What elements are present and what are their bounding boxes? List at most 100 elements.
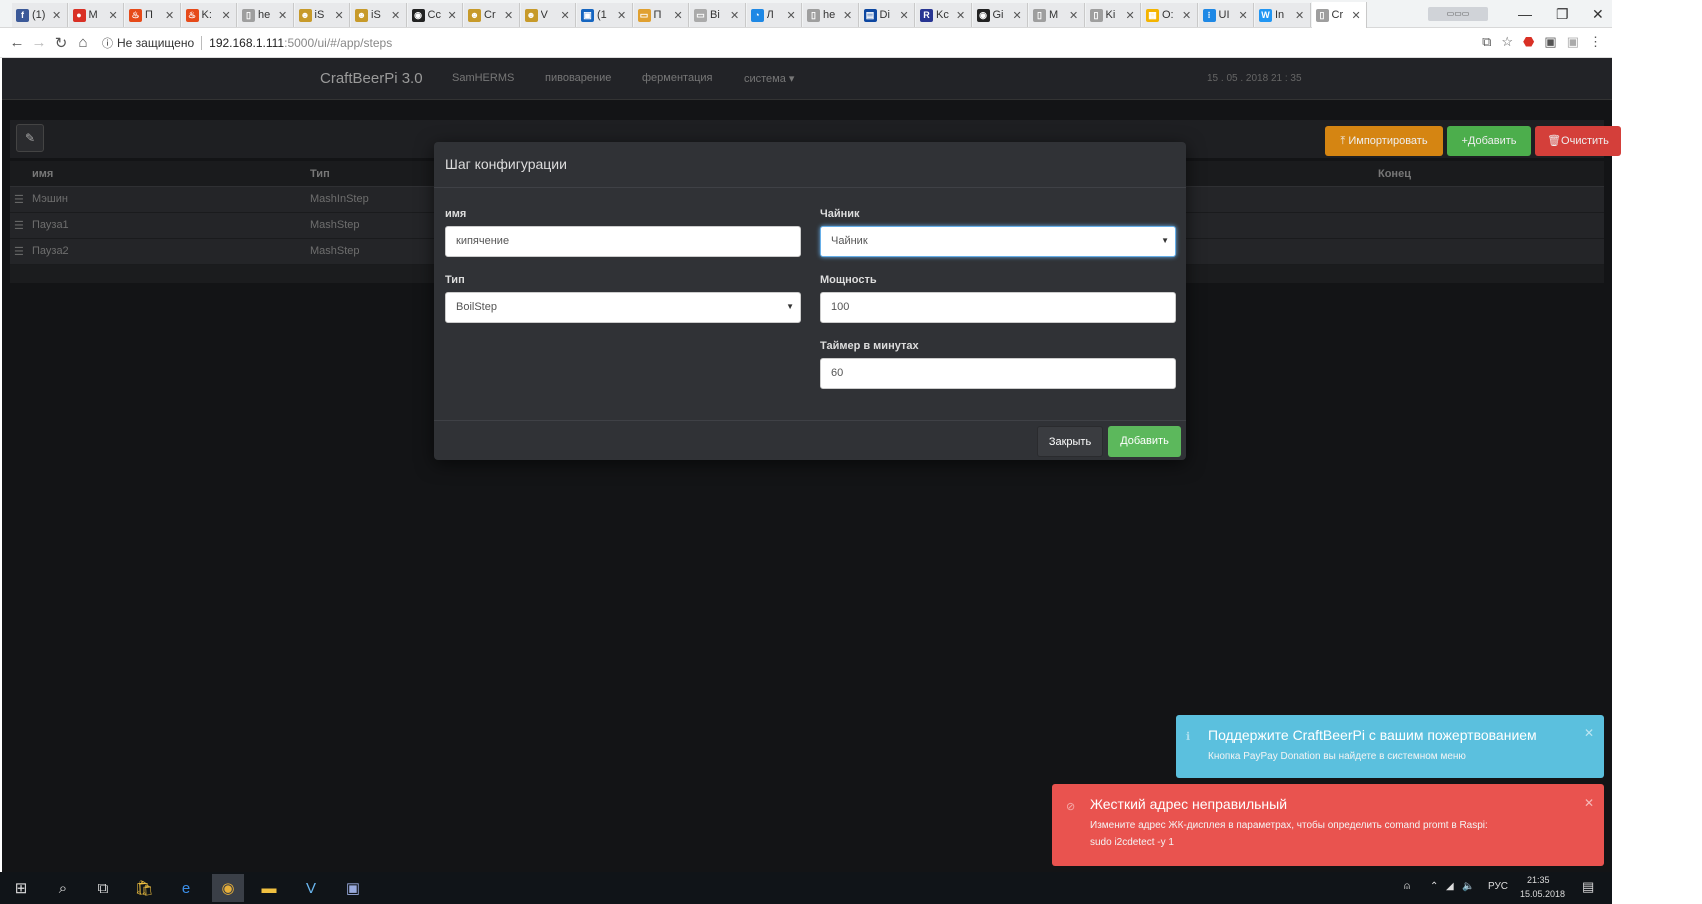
toast-close-icon[interactable]: ✕ — [1584, 726, 1594, 740]
browser-tab[interactable]: ☻ Cr ✕ — [464, 3, 520, 27]
clear-button[interactable]: 🗑Очистить — [1535, 126, 1621, 156]
type-select[interactable]: BoilStep ▼ — [445, 292, 801, 323]
notifications-icon[interactable]: ▤ — [1582, 879, 1594, 895]
tab-close-icon[interactable]: ✕ — [1239, 9, 1248, 22]
nav-brewing[interactable]: пивоварение — [545, 72, 611, 84]
home-icon[interactable]: ⌂ — [72, 34, 94, 51]
tray-date[interactable]: 15.05.2018 — [1520, 889, 1565, 899]
nav-samherms[interactable]: SamHERMS — [452, 72, 514, 84]
tab-close-icon[interactable]: ✕ — [956, 9, 965, 22]
drag-handle-icon[interactable]: ☰ — [14, 193, 24, 206]
browser-tab[interactable]: ▣ (1 ✕ — [577, 3, 633, 27]
tab-close-icon[interactable]: ✕ — [504, 9, 513, 22]
add-button[interactable]: Добавить — [1108, 426, 1181, 457]
browser-tab[interactable]: ▯ Ki ✕ — [1085, 3, 1141, 27]
file-explorer-icon[interactable]: ▬ — [258, 878, 280, 898]
browser-tab[interactable]: ▯ M ✕ — [1029, 3, 1085, 27]
app-brand[interactable]: CraftBeerPi 3.0 — [320, 70, 423, 87]
adblock-icon[interactable]: ⬣ — [1523, 34, 1534, 50]
tab-close-icon[interactable]: ✕ — [52, 9, 61, 22]
browser-tab[interactable]: ● M ✕ — [68, 3, 124, 27]
tab-close-icon[interactable]: ✕ — [1352, 9, 1361, 22]
tab-close-icon[interactable]: ✕ — [1126, 9, 1135, 22]
browser-tab[interactable]: f (1) ✕ — [12, 3, 68, 27]
browser-tab[interactable]: ◔ Л ✕ — [746, 3, 802, 27]
browser-tab[interactable]: W In ✕ — [1255, 3, 1311, 27]
tab-close-icon[interactable]: ✕ — [222, 9, 231, 22]
people-icon[interactable]: ⍝ — [1404, 881, 1410, 892]
browser-tab[interactable]: ♨ П ✕ — [125, 3, 181, 27]
language-indicator[interactable]: РУС — [1488, 881, 1508, 892]
tab-close-icon[interactable]: ✕ — [1182, 9, 1191, 22]
tab-close-icon[interactable]: ✕ — [278, 9, 287, 22]
close-window-icon[interactable]: ✕ — [1592, 0, 1604, 28]
name-input[interactable]: кипячение — [445, 226, 801, 257]
browser-tab[interactable]: ▤ Di ✕ — [859, 3, 915, 27]
tab-close-icon[interactable]: ✕ — [561, 9, 570, 22]
timer-input[interactable]: 60 — [820, 358, 1176, 389]
kettle-select[interactable]: Чайник ▼ — [820, 226, 1176, 257]
tab-close-icon[interactable]: ✕ — [391, 9, 400, 22]
tab-close-icon[interactable]: ✕ — [787, 9, 796, 22]
translate-icon[interactable]: ⧉ — [1482, 34, 1491, 50]
tab-close-icon[interactable]: ✕ — [109, 9, 118, 22]
address-bar[interactable]: ⓘ Не защищено 192.168.1.111 :5000/ui/#/a… — [102, 32, 1442, 54]
minimize-icon[interactable]: — — [1518, 0, 1532, 28]
info-icon[interactable]: ⓘ — [102, 35, 113, 51]
browser-tab[interactable]: ♨ K: ✕ — [181, 3, 237, 27]
search-icon[interactable]: ⌕ — [52, 878, 74, 898]
close-button[interactable]: Закрыть — [1037, 426, 1103, 457]
browser-tab[interactable]: ☻ iS ✕ — [351, 3, 407, 27]
profile-button[interactable]: ▭▭▭ — [1428, 7, 1488, 21]
tab-close-icon[interactable]: ✕ — [1013, 9, 1022, 22]
tab-close-icon[interactable]: ✕ — [730, 9, 739, 22]
network-icon[interactable]: ◢ — [1446, 881, 1454, 892]
store-icon[interactable]: 🛍 — [133, 878, 155, 898]
browser-tab[interactable]: ▯ Cr ✕ — [1311, 2, 1367, 28]
browser-tab[interactable]: ▯ he ✕ — [803, 3, 859, 27]
browser-tab[interactable]: ▦ O: ✕ — [1142, 3, 1198, 27]
info-toast[interactable]: ℹ Поддержите CraftBeerPi с вашим пожертв… — [1176, 715, 1604, 778]
reload-icon[interactable]: ↻ — [50, 34, 72, 52]
restore-icon[interactable]: ❐ — [1556, 0, 1569, 28]
tray-time[interactable]: 21:35 — [1527, 875, 1550, 885]
tab-close-icon[interactable]: ✕ — [843, 9, 852, 22]
browser-tab[interactable]: ◉ Gi ✕ — [972, 3, 1028, 27]
toast-close-icon[interactable]: ✕ — [1584, 796, 1594, 810]
error-toast[interactable]: ⊘ Жесткий адрес неправильный Измените ад… — [1052, 784, 1604, 866]
tab-close-icon[interactable]: ✕ — [1295, 9, 1304, 22]
extension-icon[interactable]: ▣ — [1544, 34, 1556, 50]
menu-dots-icon[interactable]: ⋮ — [1589, 34, 1602, 50]
chrome-icon[interactable]: ◉ — [212, 874, 244, 902]
nav-system[interactable]: система ▾ — [744, 72, 794, 85]
browser-tab[interactable]: ⁝ UI ✕ — [1198, 3, 1254, 27]
back-icon[interactable]: ← — [6, 34, 28, 51]
tab-close-icon[interactable]: ✕ — [617, 9, 626, 22]
tab-close-icon[interactable]: ✕ — [674, 9, 683, 22]
start-icon[interactable]: ⊞ — [10, 878, 32, 898]
tab-close-icon[interactable]: ✕ — [900, 9, 909, 22]
nav-fermentation[interactable]: ферментация — [642, 72, 712, 84]
browser-tab[interactable]: R Kc ✕ — [916, 3, 972, 27]
cast-icon[interactable]: ▣ — [1567, 34, 1579, 50]
volume-icon[interactable]: 🔈 — [1462, 881, 1474, 892]
browser-tab[interactable]: ▭ Bi ✕ — [690, 3, 746, 27]
browser-tab[interactable]: ◉ Cc ✕ — [407, 3, 463, 27]
tab-close-icon[interactable]: ✕ — [335, 9, 344, 22]
tray-chevron-icon[interactable]: ⌃ — [1430, 881, 1438, 892]
remote-desktop-icon[interactable]: ▣ — [342, 878, 364, 898]
import-button[interactable]: ⤒ Импортировать — [1325, 126, 1443, 156]
drag-handle-icon[interactable]: ☰ — [14, 219, 24, 232]
tab-close-icon[interactable]: ✕ — [448, 9, 457, 22]
browser-tab[interactable]: ▯ he ✕ — [238, 3, 294, 27]
drag-handle-icon[interactable]: ☰ — [14, 245, 24, 258]
tab-close-icon[interactable]: ✕ — [165, 9, 174, 22]
browser-tab[interactable]: ▭ П ✕ — [633, 3, 689, 27]
power-input[interactable]: 100 — [820, 292, 1176, 323]
browser-tab[interactable]: ☻ V ✕ — [520, 3, 576, 27]
forward-icon[interactable]: → — [28, 34, 50, 51]
edge-icon[interactable]: e — [175, 878, 197, 898]
tab-close-icon[interactable]: ✕ — [1069, 9, 1078, 22]
bookmark-star-icon[interactable]: ☆ — [1501, 34, 1513, 50]
vscode-icon[interactable]: V — [300, 878, 322, 898]
